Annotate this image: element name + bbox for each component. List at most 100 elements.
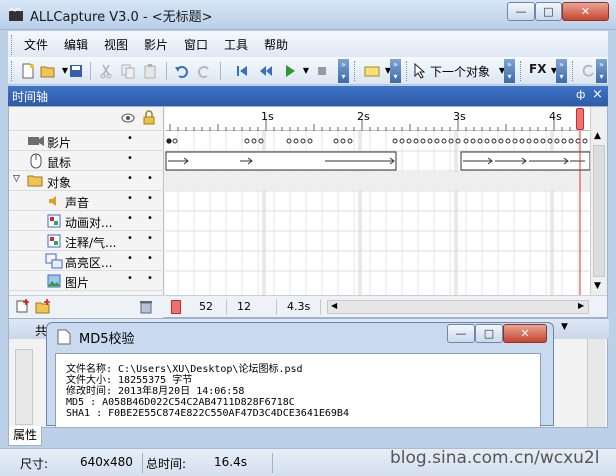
- track-objects[interactable]: ▽ 对象 • •: [9, 171, 164, 191]
- new-file-icon[interactable]: [20, 63, 36, 79]
- timeline-horizontal-scrollbar[interactable]: ◀ ▶: [327, 300, 589, 314]
- md5-result-text[interactable]: 文件名称: C:\Users\XU\Desktop\论坛图标.psd 文件大小:…: [55, 353, 541, 427]
- toolbar-grip[interactable]: [11, 61, 14, 81]
- dialog-minimize-button[interactable]: —: [447, 324, 475, 343]
- track-visible-dot[interactable]: •: [127, 193, 133, 204]
- play-dropdown-icon[interactable]: ▼: [298, 63, 314, 79]
- scroll-up-icon[interactable]: ▲: [594, 131, 601, 141]
- animation-object-icon: [47, 214, 61, 228]
- track-movie[interactable]: 影片 •: [9, 131, 164, 151]
- open-folder-icon[interactable]: [40, 63, 56, 79]
- scroll-down-icon[interactable]: ▼: [594, 281, 601, 291]
- pin-icon[interactable]: ф: [576, 88, 585, 101]
- track-visible-dot[interactable]: •: [127, 133, 133, 144]
- menu-movie[interactable]: 影片: [144, 36, 168, 53]
- track-visible-dot[interactable]: •: [127, 173, 133, 184]
- skip-start-icon[interactable]: [234, 63, 250, 79]
- toolbar-overflow-chevron[interactable]: » ▾: [390, 59, 401, 83]
- save-icon[interactable]: [68, 63, 84, 79]
- dialog-maximize-button[interactable]: □: [475, 324, 503, 343]
- track-visible-dot[interactable]: •: [127, 253, 133, 264]
- scroll-thumb[interactable]: [593, 145, 605, 277]
- redo-icon[interactable]: [196, 63, 212, 79]
- visibility-eye-icon[interactable]: [121, 112, 135, 124]
- add-folder-icon[interactable]: [35, 299, 51, 314]
- track-lock-dot[interactable]: •: [147, 173, 153, 184]
- ruler-label: 1s: [261, 110, 274, 123]
- timeline-grid[interactable]: [165, 131, 590, 295]
- track-visible-dot[interactable]: •: [127, 153, 133, 164]
- track-lock-dot[interactable]: •: [147, 273, 153, 284]
- track-visible-dot[interactable]: •: [127, 233, 133, 244]
- panel-dropdown-icon[interactable]: ▼: [561, 322, 568, 332]
- menubar-grip[interactable]: [11, 35, 14, 55]
- cursor-icon[interactable]: [412, 63, 428, 79]
- track-label: 图片: [65, 276, 90, 290]
- track-sound[interactable]: 声音 • •: [9, 191, 164, 211]
- paste-icon[interactable]: [142, 63, 158, 79]
- lock-icon[interactable]: [143, 110, 155, 125]
- toolbar-overflow-chevron[interactable]: » ▾: [504, 59, 515, 83]
- toolbar-grip[interactable]: [572, 61, 575, 81]
- menu-help[interactable]: 帮助: [264, 36, 288, 53]
- toolbar-overflow-chevron[interactable]: » ▾: [338, 59, 349, 83]
- play-icon[interactable]: [282, 63, 298, 79]
- annotation-icon[interactable]: [364, 63, 380, 79]
- total-time-label: 总时间:: [146, 457, 187, 471]
- copy-icon[interactable]: [120, 63, 136, 79]
- next-object-button[interactable]: 下一个对象: [430, 63, 490, 80]
- menu-view[interactable]: 视图: [104, 36, 128, 53]
- toolbar-separator: [166, 62, 167, 80]
- track-visible-dot[interactable]: •: [127, 213, 133, 224]
- size-label: 尺寸:: [20, 457, 49, 471]
- track-label: 高亮区...: [65, 256, 113, 270]
- scroll-left-icon[interactable]: ◀: [331, 301, 337, 310]
- toolbar-grip[interactable]: [354, 61, 357, 81]
- cut-icon[interactable]: [98, 63, 114, 79]
- fx-button[interactable]: FX: [529, 62, 546, 76]
- scroll-right-icon[interactable]: ▶: [578, 301, 584, 310]
- track-mouse[interactable]: 鼠标 •: [9, 151, 164, 171]
- toolbar-grip[interactable]: [406, 61, 409, 81]
- menu-edit[interactable]: 编辑: [64, 36, 88, 53]
- grid-lines: [165, 131, 590, 295]
- undo-icon[interactable]: [174, 63, 190, 79]
- size-value: 640x480: [80, 455, 133, 469]
- track-lock-dot[interactable]: •: [147, 213, 153, 224]
- track-lock-dot[interactable]: •: [147, 233, 153, 244]
- track-highlight[interactable]: 高亮区... • •: [9, 251, 164, 271]
- minimize-button[interactable]: —: [507, 2, 535, 21]
- maximize-button[interactable]: □: [535, 2, 562, 21]
- track-picture[interactable]: 图片 • •: [9, 271, 164, 291]
- track-lock-dot[interactable]: •: [147, 253, 153, 264]
- properties-tab[interactable]: 属性: [8, 426, 42, 446]
- menu-window[interactable]: 窗口: [184, 36, 208, 53]
- frame-marker-icon[interactable]: [171, 300, 181, 314]
- folder-icon: [27, 175, 43, 187]
- track-annotation[interactable]: 注释/气... • •: [9, 231, 164, 251]
- track-label: 影片: [47, 136, 72, 150]
- menu-file[interactable]: 文件: [24, 36, 48, 53]
- playhead-handle[interactable]: [576, 108, 584, 130]
- toolbar-grip[interactable]: [520, 61, 523, 81]
- expand-chevron-icon[interactable]: ▽: [13, 174, 20, 184]
- track-animation-object[interactable]: 动画对... • •: [9, 211, 164, 231]
- track-visible-dot[interactable]: •: [127, 273, 133, 284]
- stop-icon[interactable]: [314, 63, 330, 79]
- toolbar-overflow-chevron[interactable]: » ▾: [596, 59, 607, 83]
- lower-left-scrollbar[interactable]: [15, 349, 33, 425]
- add-track-icon[interactable]: [15, 299, 31, 314]
- panel-close-icon[interactable]: ×: [592, 87, 603, 102]
- toolbar: ▼ ▼ » ▾ ▼ » ▾ 下一个对象 ▼ » ▾ FX ▼ » ▾ » ▾: [8, 57, 608, 85]
- rewind-icon[interactable]: [258, 63, 274, 79]
- timeline-vertical-scrollbar[interactable]: ▲ ▼: [590, 107, 607, 295]
- close-button[interactable]: ✕: [562, 2, 609, 21]
- refresh-icon[interactable]: [580, 63, 596, 79]
- lower-right-scrollbar[interactable]: [587, 339, 605, 427]
- track-lock-dot[interactable]: •: [147, 193, 153, 204]
- timeline-ruler[interactable]: 1s 2s 3s 4s: [165, 107, 590, 131]
- trash-icon[interactable]: [139, 299, 153, 314]
- dialog-close-button[interactable]: ✕: [503, 324, 547, 343]
- menu-tools[interactable]: 工具: [224, 36, 248, 53]
- toolbar-overflow-chevron[interactable]: » ▾: [556, 59, 567, 83]
